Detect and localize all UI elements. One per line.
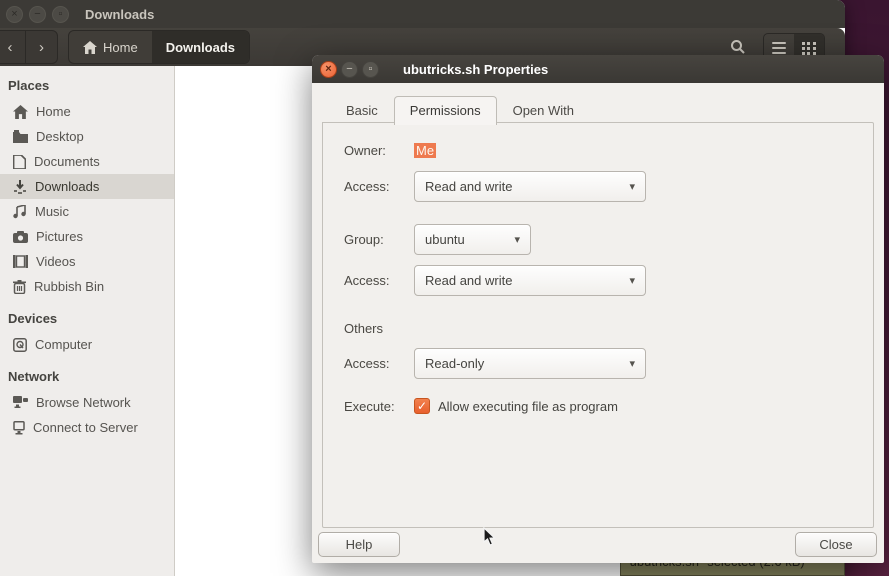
drive-icon: [13, 338, 27, 352]
sidebar-item-label: Desktop: [36, 129, 84, 144]
sidebar-item-documents[interactable]: Documents: [0, 149, 174, 174]
sidebar-item-connect-to-server[interactable]: Connect to Server: [0, 415, 174, 440]
dropdown-value: Read and write: [425, 273, 512, 288]
downloads-icon: [13, 180, 27, 194]
sidebar-header-network: Network: [0, 365, 174, 390]
properties-dialog: × − ▫ ubutricks.sh Properties Basic Perm…: [312, 55, 884, 563]
tab-permissions[interactable]: Permissions: [394, 96, 497, 125]
back-button[interactable]: ‹: [0, 31, 26, 63]
sidebar-item-label: Browse Network: [36, 395, 131, 410]
dropdown-value: Read and write: [425, 179, 512, 194]
execute-checkbox-label: Allow executing file as program: [438, 399, 618, 414]
sidebar-item-label: Music: [35, 204, 69, 219]
sidebar: Places Home Desktop Documents: [0, 66, 175, 576]
network-icon: [13, 396, 28, 409]
maximize-icon[interactable]: ▫: [362, 61, 379, 78]
sidebar-item-label: Pictures: [36, 229, 83, 244]
chevron-down-icon: ▾: [619, 180, 635, 193]
sidebar-item-browse-network[interactable]: Browse Network: [0, 390, 174, 415]
permissions-panel: Owner: Me Access: Read and write ▾ Group…: [322, 122, 874, 528]
videos-icon: [13, 255, 28, 268]
pictures-icon: [13, 231, 28, 243]
sidebar-item-videos[interactable]: Videos: [0, 249, 174, 274]
group-access-label: Access:: [344, 273, 414, 288]
dialog-title: ubutricks.sh Properties: [403, 62, 548, 77]
forward-button[interactable]: ›: [26, 31, 57, 63]
sidebar-item-music[interactable]: Music: [0, 199, 174, 224]
list-view-icon: [772, 42, 786, 54]
others-access-dropdown[interactable]: Read-only ▾: [414, 348, 646, 379]
chevron-down-icon: ▾: [619, 274, 635, 287]
sidebar-item-label: Home: [36, 104, 71, 119]
tab-open-with[interactable]: Open With: [497, 96, 590, 125]
breadcrumb: Home Downloads: [68, 30, 250, 64]
chevron-down-icon: ▾: [619, 357, 635, 370]
sidebar-item-label: Computer: [35, 337, 92, 352]
tab-bar: Basic Permissions Open With: [330, 95, 590, 124]
others-section-label: Others: [344, 321, 383, 336]
group-label: Group:: [344, 232, 414, 247]
breadcrumb-home[interactable]: Home: [69, 31, 152, 63]
tab-basic[interactable]: Basic: [330, 96, 394, 125]
owner-access-label: Access:: [344, 179, 414, 194]
sidebar-item-label: Connect to Server: [33, 420, 138, 435]
close-icon[interactable]: ×: [6, 6, 23, 23]
group-access-dropdown[interactable]: Read and write ▾: [414, 265, 646, 296]
help-button[interactable]: Help: [318, 532, 400, 557]
nav-buttons: ‹ ›: [0, 30, 58, 64]
search-icon: [730, 39, 746, 55]
close-icon[interactable]: ×: [320, 61, 337, 78]
owner-value[interactable]: Me: [414, 143, 436, 158]
breadcrumb-label: Downloads: [166, 40, 235, 55]
sidebar-item-rubbish-bin[interactable]: Rubbish Bin: [0, 274, 174, 299]
sidebar-item-home[interactable]: Home: [0, 99, 174, 124]
chevron-down-icon: ▾: [504, 233, 520, 246]
mouse-cursor: [483, 527, 497, 547]
status-bar: "ubutricks.sh" selected (2.6 kB): [620, 562, 845, 576]
sidebar-item-computer[interactable]: Computer: [0, 332, 174, 357]
sidebar-item-label: Videos: [36, 254, 76, 269]
sidebar-item-downloads[interactable]: Downloads: [0, 174, 174, 199]
maximize-icon[interactable]: ▫: [52, 6, 69, 23]
minimize-icon[interactable]: −: [341, 61, 358, 78]
sidebar-item-label: Rubbish Bin: [34, 279, 104, 294]
grid-view-icon: [802, 42, 816, 55]
sidebar-item-desktop[interactable]: Desktop: [0, 124, 174, 149]
close-button[interactable]: Close: [795, 532, 877, 557]
others-access-label: Access:: [344, 356, 414, 371]
sidebar-item-pictures[interactable]: Pictures: [0, 224, 174, 249]
sidebar-header-places: Places: [0, 74, 174, 99]
sidebar-item-label: Downloads: [35, 179, 99, 194]
dropdown-value: Read-only: [425, 356, 484, 371]
dialog-titlebar: × − ▫ ubutricks.sh Properties: [312, 55, 884, 83]
sidebar-item-label: Documents: [34, 154, 100, 169]
desktop: × − ▫ Downloads ‹ › Home Downloads: [0, 0, 889, 576]
breadcrumb-downloads[interactable]: Downloads: [152, 31, 249, 63]
home-icon: [13, 105, 28, 119]
desktop-icon: [13, 130, 28, 143]
sidebar-header-devices: Devices: [0, 307, 174, 332]
breadcrumb-label: Home: [103, 40, 138, 55]
execute-label: Execute:: [344, 399, 414, 414]
window-title: Downloads: [85, 7, 154, 22]
owner-access-dropdown[interactable]: Read and write ▾: [414, 171, 646, 202]
group-dropdown[interactable]: ubuntu ▾: [414, 224, 531, 255]
execute-checkbox[interactable]: ✓: [414, 398, 430, 414]
minimize-icon[interactable]: −: [29, 6, 46, 23]
trash-icon: [13, 280, 26, 294]
music-icon: [13, 205, 27, 219]
document-icon: [13, 155, 26, 169]
owner-label: Owner:: [344, 143, 414, 158]
server-icon: [13, 421, 25, 435]
status-text: "ubutricks.sh" selected (2.6 kB): [621, 562, 844, 569]
titlebar: × − ▫ Downloads: [0, 0, 845, 28]
dropdown-value: ubuntu: [425, 232, 465, 247]
home-icon: [83, 41, 97, 54]
